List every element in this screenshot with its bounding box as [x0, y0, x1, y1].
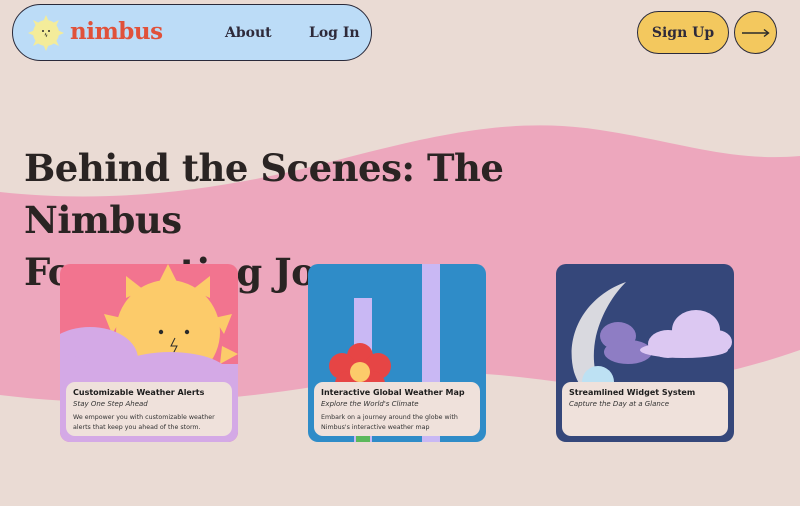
card-text-box: Interactive Global Weather Map Explore t… [314, 382, 480, 436]
headline-line-1: Behind the Scenes: The Nimbus [24, 146, 504, 242]
sun-logo-icon[interactable] [26, 13, 66, 53]
card-description: Embark on a journey around the globe wit… [321, 414, 458, 431]
card-title: Interactive Global Weather Map [321, 388, 465, 397]
nav-link-login[interactable]: Log In [309, 25, 360, 41]
card-text-box: Streamlined Widget System Capture the Da… [562, 382, 728, 436]
card-subtitle: Explore the World's Climate [321, 400, 419, 408]
feature-card-weather-alerts[interactable]: Customizable Weather Alerts Stay One Ste… [60, 264, 238, 442]
signup-button[interactable]: Sign Up [637, 11, 729, 54]
card-title: Customizable Weather Alerts [73, 388, 205, 397]
feature-card-weather-map[interactable]: Interactive Global Weather Map Explore t… [308, 264, 486, 442]
card-subtitle: Stay One Step Ahead [73, 400, 148, 408]
nav-bar: nimbus About Log In [12, 4, 372, 61]
feature-card-widget-system[interactable]: Streamlined Widget System Capture the Da… [556, 264, 734, 442]
logo-wordmark[interactable]: nimbus [70, 18, 163, 45]
card-text-box: Customizable Weather Alerts Stay One Ste… [66, 382, 232, 436]
card-title: Streamlined Widget System [569, 388, 696, 397]
card-subtitle: Capture the Day at a Glance [569, 400, 669, 408]
arrow-button[interactable] [734, 11, 777, 54]
card-description: We empower you with customizable weather… [73, 414, 215, 431]
arrow-right-icon [741, 28, 770, 37]
nav-link-about[interactable]: About [225, 25, 272, 41]
